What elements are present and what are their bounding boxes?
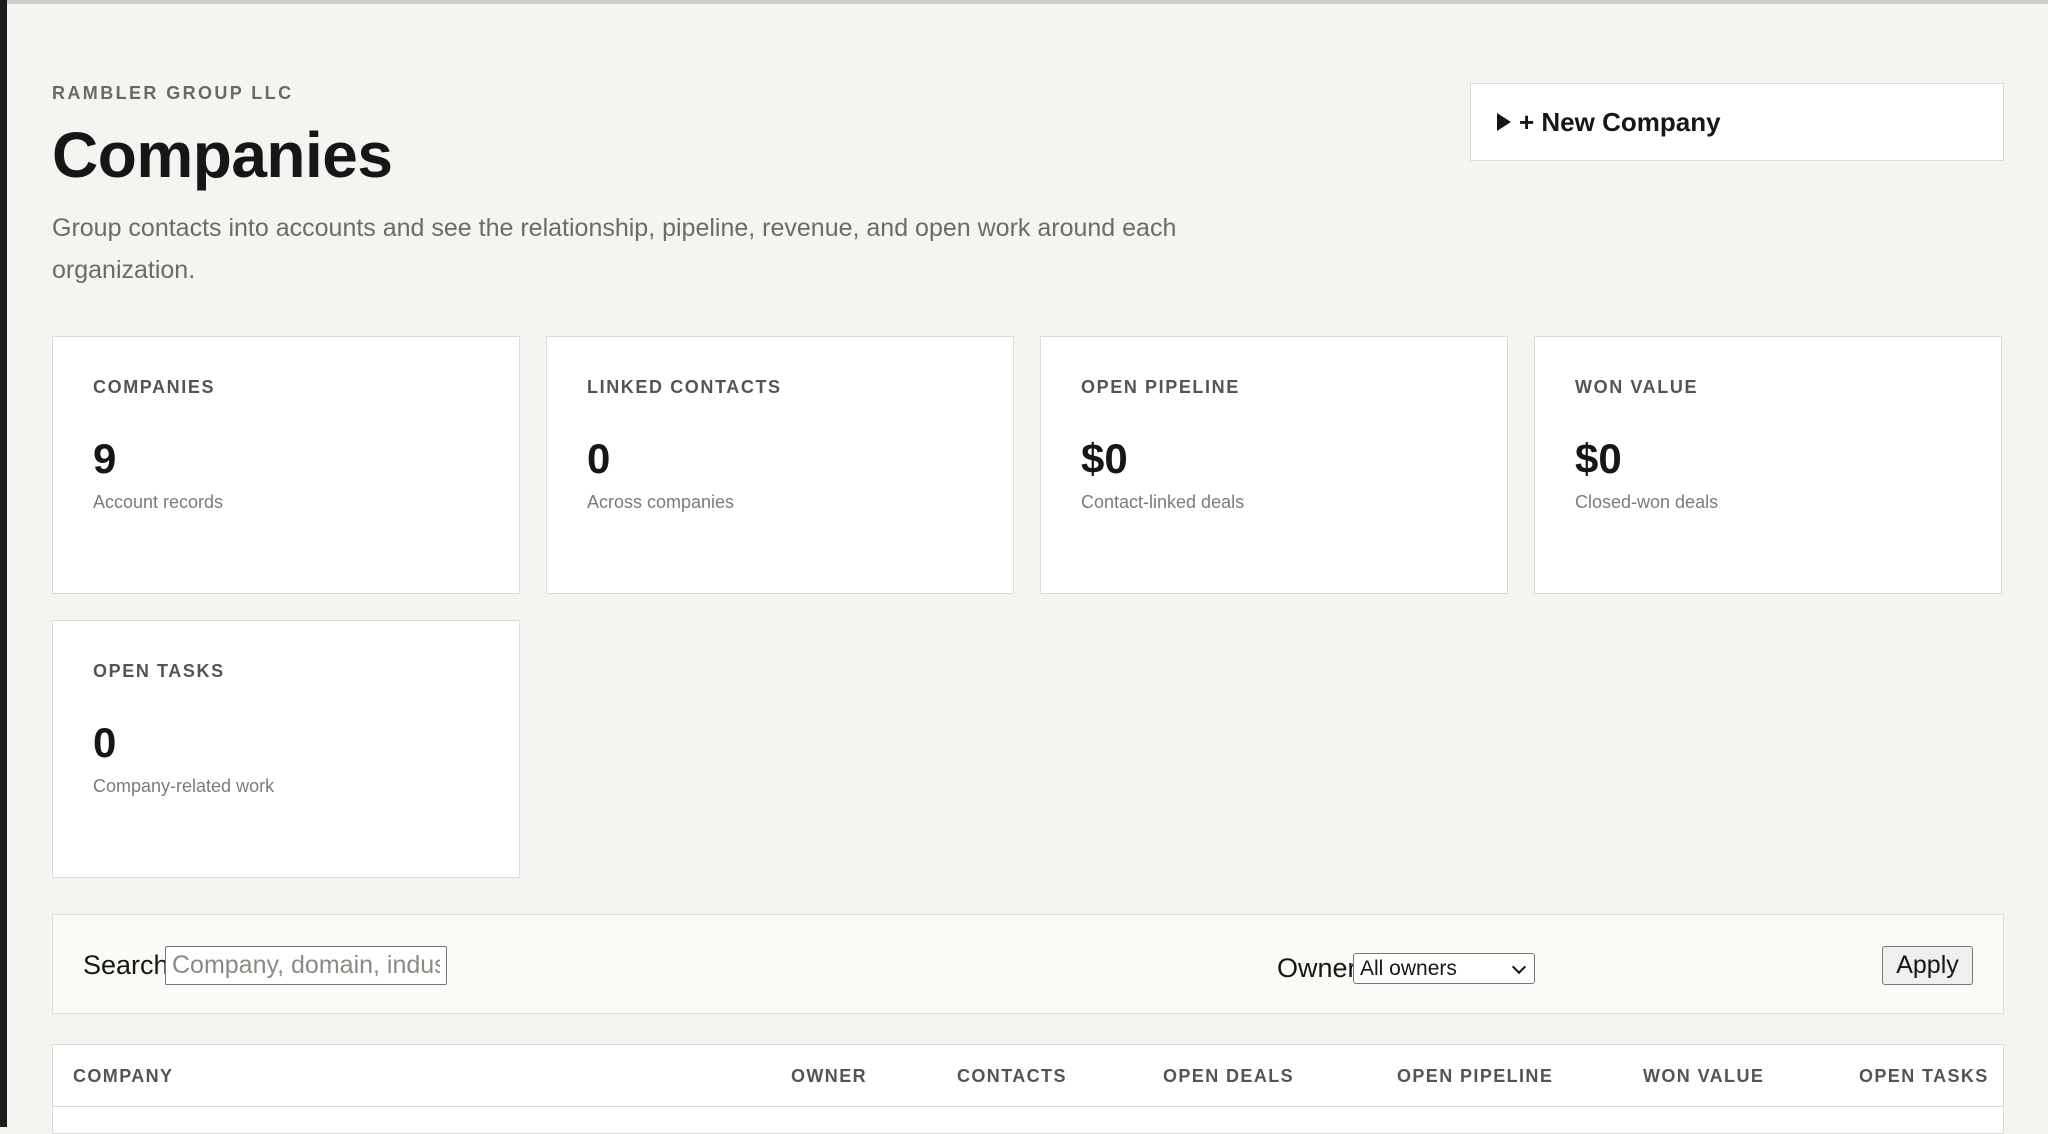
stat-value: 9 xyxy=(93,435,117,482)
stat-value: $0 xyxy=(1575,435,1622,482)
page-description: Group contacts into accounts and see the… xyxy=(52,214,1177,284)
stat-value: 0 xyxy=(587,435,611,482)
column-header-won-value[interactable]: WON VALUE xyxy=(1643,1066,1764,1087)
companies-page: RAMBLER GROUP LLC Companies Group contac… xyxy=(52,0,2004,1134)
owner-label: Owner xyxy=(1277,953,1357,983)
column-header-owner[interactable]: OWNER xyxy=(791,1066,867,1087)
stat-subtext: Closed-won deals xyxy=(1575,492,1719,512)
stat-card-won-value: WON VALUE $0 Closed-won deals xyxy=(1534,336,2002,594)
owner-select-value: All owners xyxy=(1360,956,1457,980)
column-header-open-deals[interactable]: OPEN DEALS xyxy=(1163,1066,1294,1087)
disclosure-triangle-icon xyxy=(1497,113,1511,131)
new-company-label: + New Company xyxy=(1519,106,1721,137)
stat-value: $0 xyxy=(1081,435,1128,482)
page-title: Companies xyxy=(52,119,393,191)
stat-card-open-tasks: OPEN TASKS 0 Company-related work xyxy=(52,620,520,878)
stat-label: LINKED CONTACTS xyxy=(587,377,782,397)
window-left-edge xyxy=(0,0,7,1127)
stat-label: WON VALUE xyxy=(1575,377,1699,397)
stat-subtext: Company-related work xyxy=(93,776,275,796)
filter-bar: Search Owner All owners Apply xyxy=(52,914,2004,1014)
stat-subtext: Account records xyxy=(93,492,224,512)
column-header-open-pipeline[interactable]: OPEN PIPELINE xyxy=(1397,1066,1553,1087)
apply-button[interactable]: Apply xyxy=(1882,946,1973,985)
new-company-toggle[interactable]: + New Company xyxy=(1470,83,2004,161)
column-header-company[interactable]: COMPANY xyxy=(73,1066,173,1087)
owner-select[interactable]: All owners xyxy=(1353,953,1535,984)
stat-label: COMPANIES xyxy=(93,377,216,397)
stat-card-linked-contacts: LINKED CONTACTS 0 Across companies xyxy=(546,336,1014,594)
stat-label: OPEN TASKS xyxy=(93,661,225,681)
organization-name: RAMBLER GROUP LLC xyxy=(52,83,294,103)
stat-subtext: Across companies xyxy=(587,492,735,512)
stat-card-open-pipeline: OPEN PIPELINE $0 Contact-linked deals xyxy=(1040,336,1508,594)
stat-label: OPEN PIPELINE xyxy=(1081,377,1240,397)
companies-table: COMPANY OWNER CONTACTS OPEN DEALS OPEN P… xyxy=(52,1044,2004,1134)
column-header-contacts[interactable]: CONTACTS xyxy=(957,1066,1067,1087)
search-label: Search xyxy=(83,950,169,980)
search-input[interactable] xyxy=(165,946,447,985)
stat-subtext: Contact-linked deals xyxy=(1081,492,1245,512)
column-header-open-tasks[interactable]: OPEN TASKS xyxy=(1859,1066,1989,1087)
stat-value: 0 xyxy=(93,719,117,766)
table-header: COMPANY OWNER CONTACTS OPEN DEALS OPEN P… xyxy=(53,1045,2003,1107)
stat-card-companies: COMPANIES 9 Account records xyxy=(52,336,520,594)
chevron-down-icon xyxy=(1511,959,1527,975)
